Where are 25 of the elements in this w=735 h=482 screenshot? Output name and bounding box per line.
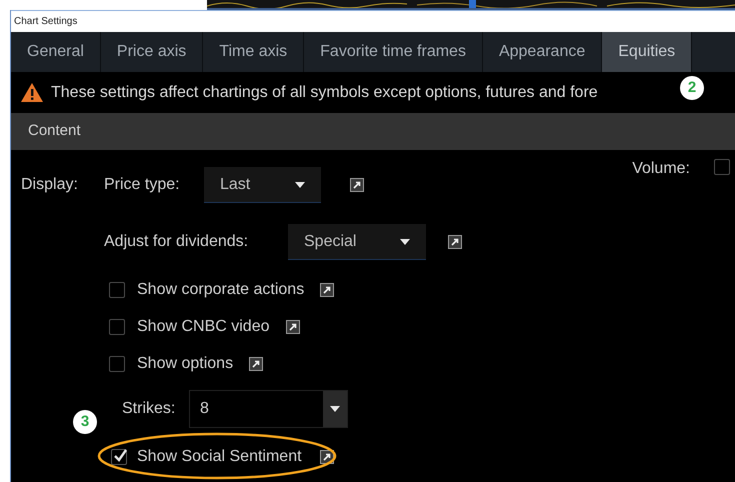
caret-icon: [295, 182, 305, 188]
checkbox[interactable]: [714, 159, 730, 175]
checkbox[interactable]: [109, 356, 125, 372]
tab[interactable]: Equities: [602, 32, 692, 72]
field-label: Adjust for dividends:: [104, 232, 250, 252]
dropdown[interactable]: Special: [288, 224, 426, 260]
caret-icon: [330, 406, 340, 412]
checkbox-label: Show options: [137, 354, 234, 374]
dropdown[interactable]: Last: [204, 167, 321, 203]
section-title: Content: [28, 121, 81, 142]
checkbox-label: Show CNBC video: [137, 316, 270, 336]
field-label: Price type:: [104, 175, 181, 195]
field-label: Display:: [21, 175, 79, 195]
field-label: Strikes:: [122, 399, 176, 419]
checkbox[interactable]: [109, 282, 125, 298]
caret-icon: [400, 238, 410, 244]
window-title: Chart Settings: [11, 10, 735, 32]
warning-icon: [21, 83, 43, 102]
checkbox[interactable]: [109, 318, 125, 334]
dropdown[interactable]: 8: [189, 390, 348, 428]
field-label: Volume:: [632, 159, 690, 179]
checkbox[interactable]: [111, 449, 127, 465]
warning-text: These settings affect chartings of all symbols except options, futures and fore: [51, 82, 598, 102]
checkbox-label: Show corporate actions: [137, 280, 304, 300]
checkbox-label: Show Social Sentiment: [137, 447, 302, 467]
